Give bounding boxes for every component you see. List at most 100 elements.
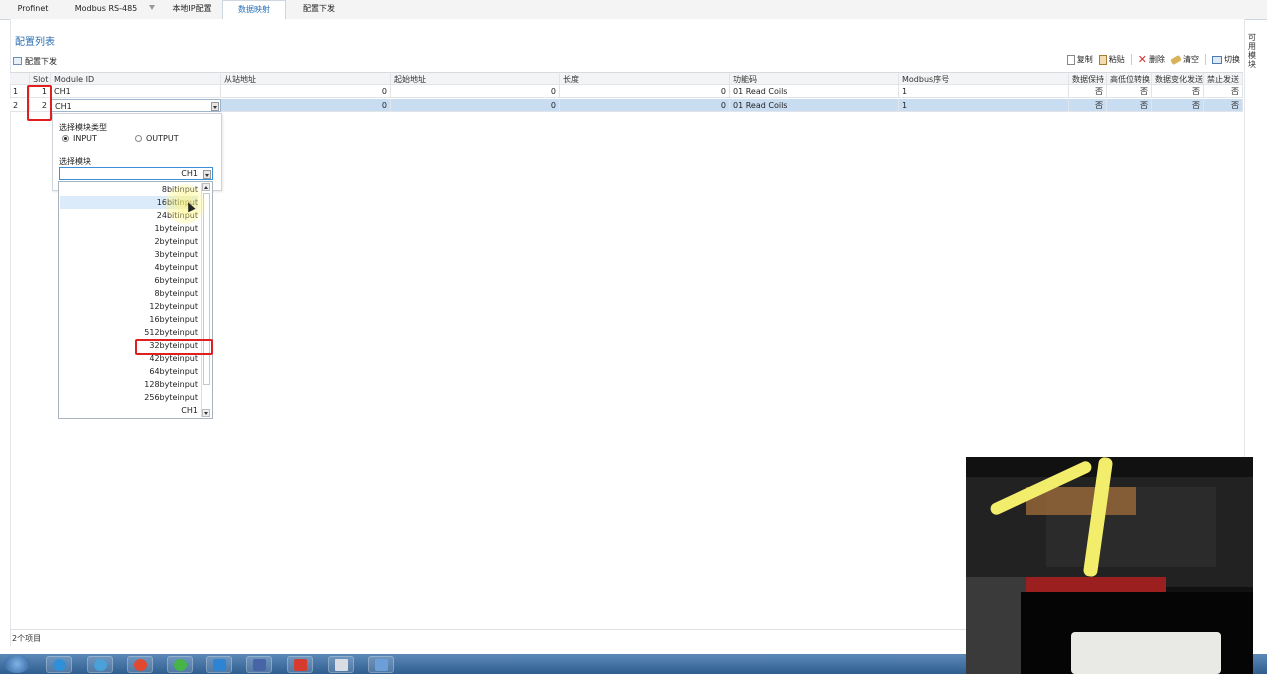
list-item[interactable]: 256byteinput [60,391,198,404]
cell-function-code[interactable]: 01 Read Coils [730,85,899,98]
copy-button[interactable]: 复制 [1066,54,1093,65]
list-item[interactable]: 512byteinput [60,326,198,339]
scroll-down-icon[interactable] [202,409,210,417]
cell-start-address[interactable]: 0 [391,99,560,112]
clear-button[interactable]: 清空 [1170,54,1199,65]
table-row[interactable]: 1 1 CH1 0 0 0 01 Read Coils 1 否 否 否 否 [10,85,1243,98]
header-index [10,72,30,85]
cell-byte-swap[interactable]: 否 [1107,85,1152,98]
taskbar-app-5[interactable] [206,656,232,673]
cell-length[interactable]: 0 [560,99,730,112]
delete-button[interactable]: ✕ 删除 [1138,54,1165,65]
cell-start-address[interactable]: 0 [391,85,560,98]
deploy-icon [13,57,22,65]
tab-local-ip-config[interactable]: 本地IP配置 [163,0,221,18]
header-byte-swap[interactable]: 高低位转换 [1107,72,1152,85]
copy-label: 复制 [1076,55,1093,64]
list-item[interactable]: 2byteinput [60,235,198,248]
delete-icon: ✕ [1137,52,1147,66]
item-highlight-annotation [135,339,213,355]
app-icon [253,659,266,671]
cell-change-send[interactable]: 否 [1152,99,1204,112]
cell-change-send[interactable]: 否 [1152,85,1204,98]
list-item[interactable]: 6byteinput [60,274,198,287]
chrome-icon [134,659,147,671]
header-change-send[interactable]: 数据变化发送 [1152,72,1204,85]
list-item[interactable]: 12byteinput [60,300,198,313]
cell-modbus-index[interactable]: 1 [899,99,1069,112]
cell-forbid-send[interactable]: 否 [1204,85,1243,98]
header-modbus-index[interactable]: Modbus序号 [899,72,1069,85]
taskbar-app-wps[interactable] [287,656,313,673]
toolbar-divider [1205,54,1206,65]
cell-data-keep[interactable]: 否 [1069,85,1107,98]
taskbar-app-9[interactable] [368,656,394,673]
output-radio-label[interactable]: OUTPUT [146,134,179,143]
list-item[interactable]: 64byteinput [60,365,198,378]
tia-icon [335,659,348,671]
chevron-down-icon[interactable] [149,5,155,10]
page-title: 配置列表 [15,37,55,48]
chevron-down-icon[interactable] [203,170,211,179]
taskbar-app-ie[interactable] [46,656,72,673]
paste-button[interactable]: 粘贴 [1098,54,1125,65]
cell-byte-swap[interactable]: 否 [1107,99,1152,112]
deploy-button[interactable]: 配置下发 [13,55,57,67]
header-module-id[interactable]: Module ID [51,72,221,85]
webcam-overlay [966,457,1253,674]
header-data-keep[interactable]: 数据保持 [1069,72,1107,85]
switch-icon [1212,55,1222,64]
cell-forbid-send[interactable]: 否 [1204,99,1243,112]
header-length[interactable]: 长度 [560,72,730,85]
list-item[interactable]: 3byteinput [60,248,198,261]
cell-modbus-index[interactable]: 1 [899,85,1069,98]
tab-profinet[interactable]: Profinet [8,0,58,18]
taskbar-app-wechat[interactable] [167,656,193,673]
tab-data-mapping[interactable]: 数据映射 [222,0,286,20]
module-id-value: CH1 [55,102,72,111]
list-item[interactable]: 4byteinput [60,261,198,274]
table-row[interactable]: 2 2 CH1 0 0 0 01 Read Coils 1 否 否 否 否 [10,99,1243,112]
sidebar-label: 可 用 模 块 [1248,33,1256,69]
scroll-thumb[interactable] [203,193,210,385]
available-modules-sidebar[interactable]: 可 用 模 块 [1248,33,1258,69]
list-item[interactable]: 8byteinput [60,287,198,300]
tab-config-deploy[interactable]: 配置下发 [290,0,348,18]
cell-slave-address[interactable]: 0 [221,85,391,98]
cell-function-code[interactable]: 01 Read Coils [730,99,899,112]
cell-module-id[interactable]: CH1 [51,85,221,98]
chevron-down-icon[interactable] [211,102,219,111]
input-radio[interactable] [62,135,69,142]
taskbar-app-chrome[interactable] [127,656,153,673]
module-id-combo[interactable]: CH1 [51,99,221,112]
app-icon [213,659,226,671]
taskbar-app-2[interactable] [87,656,113,673]
header-forbid-send[interactable]: 禁止发送 [1204,72,1243,85]
list-item[interactable]: 1byteinput [60,222,198,235]
tab-modbus-rs485[interactable]: Modbus RS-485 [70,0,142,18]
module-select-label: 选择模块 [59,157,91,166]
scroll-up-icon[interactable] [202,183,210,191]
list-item[interactable]: 16byteinput [60,313,198,326]
dropdown-scrollbar[interactable] [201,183,210,417]
cell-slave-address[interactable]: 0 [221,99,391,112]
paste-label: 粘贴 [1108,55,1125,64]
start-button-icon[interactable] [4,655,30,673]
cell-length[interactable]: 0 [560,85,730,98]
slot-highlight-annotation [27,85,52,121]
taskbar-app-tia[interactable] [328,656,354,673]
app-icon [94,659,107,671]
cell-data-keep[interactable]: 否 [1069,99,1107,112]
module-select[interactable]: CH1 [59,167,213,180]
taskbar-app-6[interactable] [246,656,272,673]
header-slot[interactable]: Slot [30,72,51,85]
copy-icon [1066,54,1075,65]
list-item[interactable]: 128byteinput [60,378,198,391]
input-radio-label[interactable]: INPUT [73,134,97,143]
list-item[interactable]: CH1 [60,404,198,417]
header-slave-address[interactable]: 从站地址 [221,72,391,85]
switch-button[interactable]: 切换 [1212,54,1240,65]
output-radio[interactable] [135,135,142,142]
header-function-code[interactable]: 功能码 [730,72,899,85]
header-start-address[interactable]: 起始地址 [391,72,560,85]
